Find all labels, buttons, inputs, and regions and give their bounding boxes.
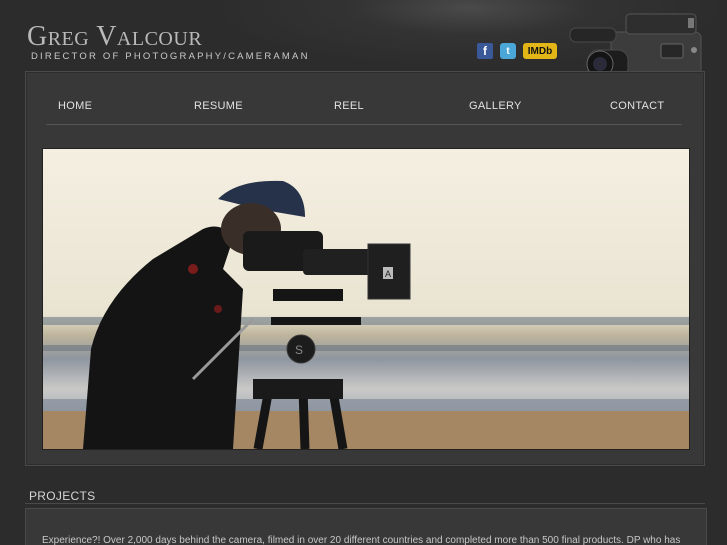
projects-heading: PROJECTS: [29, 489, 96, 503]
nav-home[interactable]: HOME: [58, 100, 92, 112]
tripod-logo: S: [295, 343, 303, 357]
nav-contact[interactable]: CONTACT: [610, 100, 664, 112]
svg-text:A: A: [385, 269, 391, 279]
main-nav: HOME RESUME REEL GALLERY CONTACT: [46, 94, 682, 125]
cameraman-on-beach-photo: A S: [43, 149, 689, 449]
site-subtitle: DIRECTOR OF PHOTOGRAPHY/CAMERAMAN: [31, 51, 310, 62]
twitter-icon[interactable]: t: [500, 43, 516, 59]
imdb-icon[interactable]: IMDb: [523, 43, 557, 59]
hero-image: A S: [42, 148, 690, 450]
projects-text: Experience?! Over 2,000 days behind the …: [42, 535, 681, 545]
site-title[interactable]: Greg Valcour: [27, 22, 202, 52]
nav-reel[interactable]: REEL: [334, 100, 364, 112]
divider: [25, 503, 705, 504]
nav-resume[interactable]: RESUME: [194, 100, 243, 112]
facebook-icon[interactable]: f: [477, 43, 493, 59]
page: Greg Valcour DIRECTOR OF PHOTOGRAPHY/CAM…: [0, 0, 727, 545]
projects-panel: Experience?! Over 2,000 days behind the …: [25, 508, 707, 545]
nav-gallery[interactable]: GALLERY: [469, 100, 522, 112]
main-panel: HOME RESUME REEL GALLERY CONTACT A S: [25, 71, 705, 466]
